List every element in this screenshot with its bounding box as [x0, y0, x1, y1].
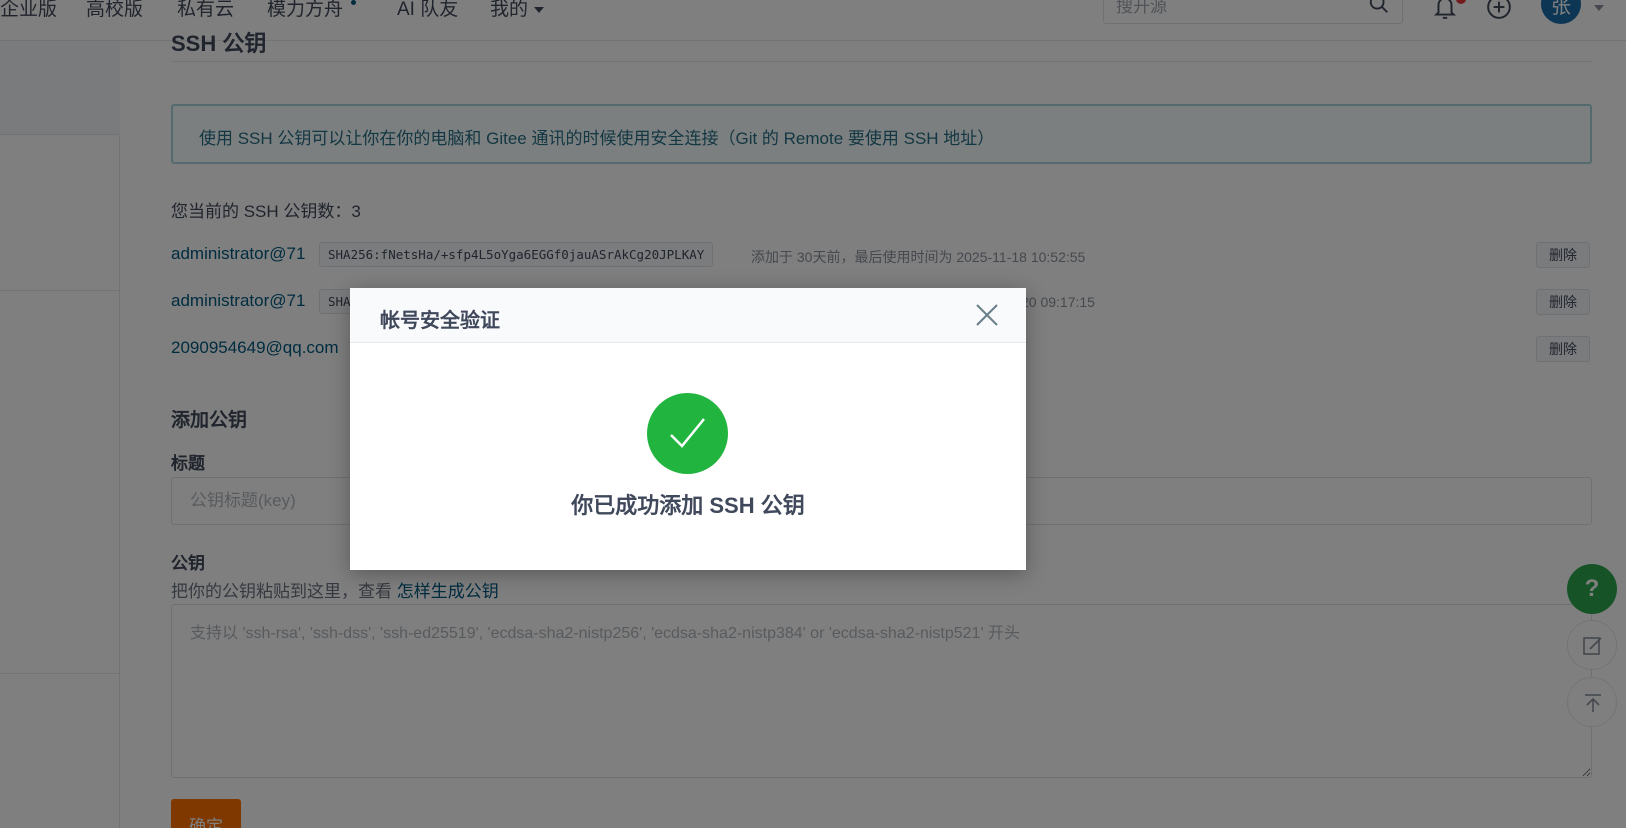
close-icon[interactable]: [974, 302, 1000, 328]
success-check-icon: [647, 393, 728, 474]
success-message: 你已成功添加 SSH 公钥: [571, 493, 805, 518]
dialog-header: 帐号安全验证: [350, 288, 1026, 343]
security-verification-dialog: 帐号安全验证 你已成功添加 SSH 公钥: [350, 288, 1026, 570]
dialog-title: 帐号安全验证: [380, 310, 500, 332]
